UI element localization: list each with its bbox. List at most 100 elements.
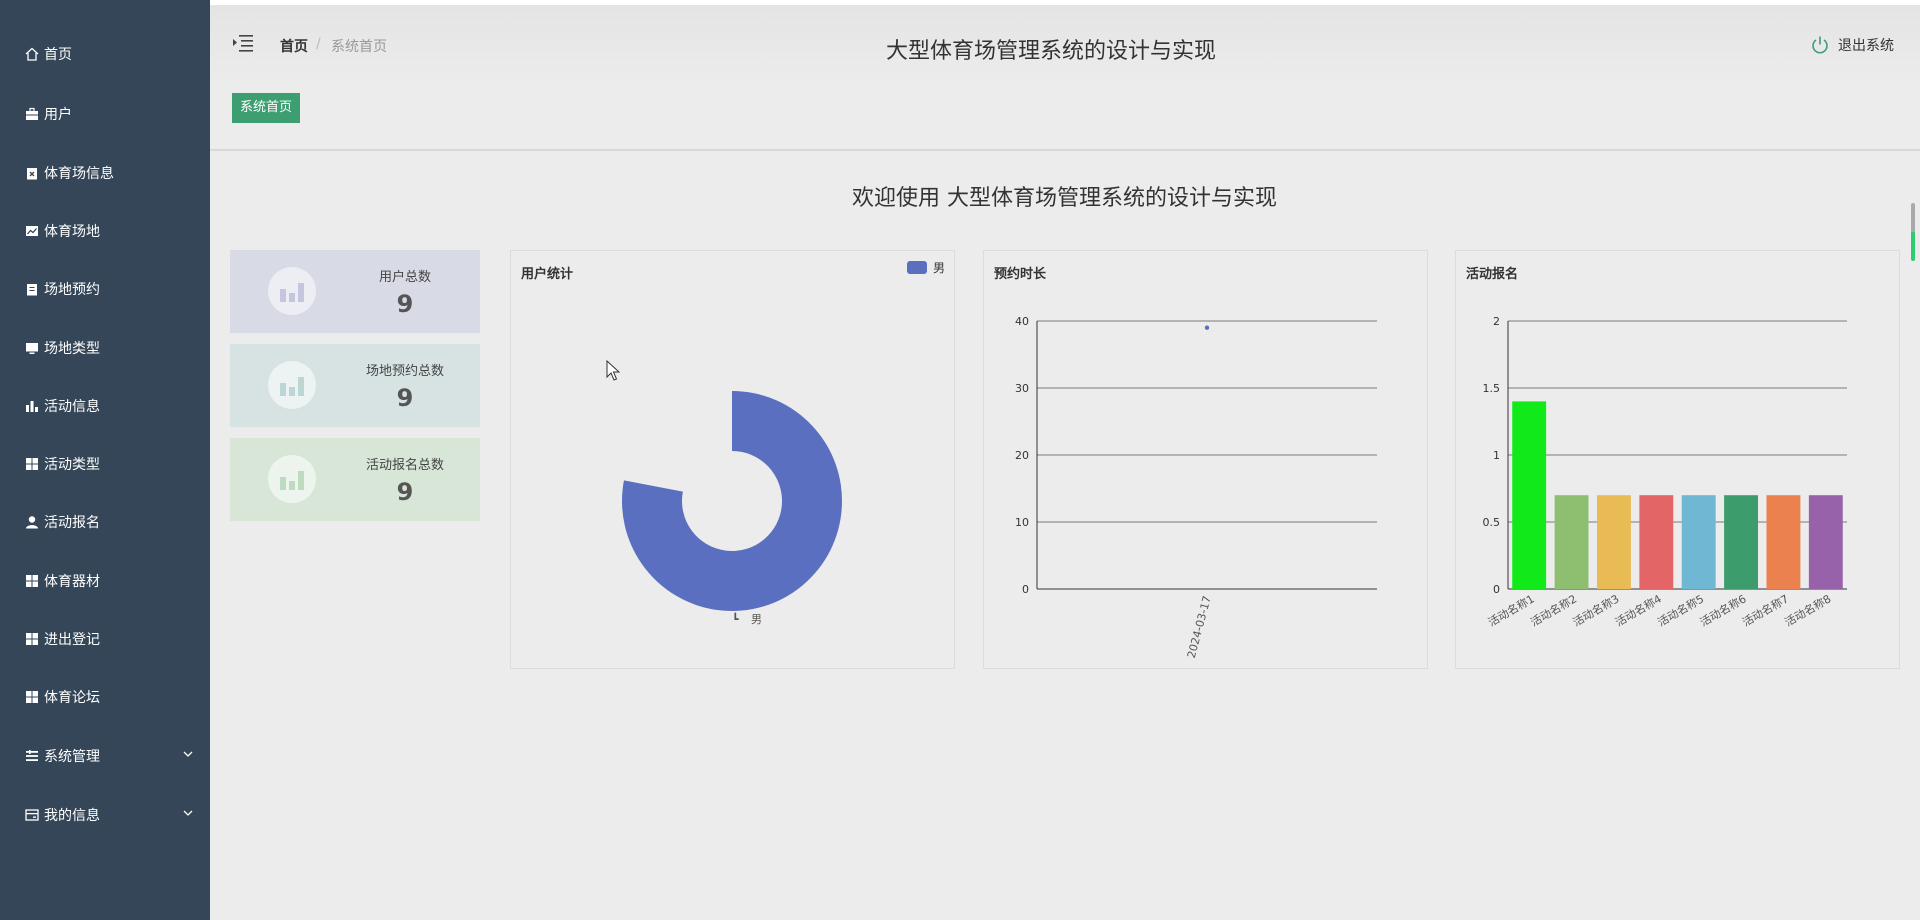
sidebar-item-access-log[interactable]: 进出登记 bbox=[24, 627, 194, 651]
slice-label-mark: ┗ bbox=[732, 612, 739, 626]
sidebar-item-label: 体育场信息 bbox=[44, 166, 114, 182]
sidebar-item-label: 系统管理 bbox=[44, 749, 100, 765]
stat-card-signups: 活动报名总数 9 bbox=[230, 438, 480, 521]
logout-button[interactable]: 退出系统 bbox=[1810, 35, 1894, 55]
slice-label: 男 bbox=[751, 613, 762, 626]
mouse-cursor-icon bbox=[606, 360, 620, 381]
stat-value: 9 bbox=[396, 478, 414, 506]
monitor-icon bbox=[24, 340, 40, 356]
chevron-down-icon bbox=[182, 748, 194, 764]
user-stats-chart: 男 ┗ 男 bbox=[622, 261, 945, 626]
stat-card-reservations: 场地预约总数 9 bbox=[230, 344, 480, 427]
y-tick-label: 0.5 bbox=[1483, 516, 1501, 529]
clipboard-icon bbox=[24, 281, 40, 297]
x-tick-label: 活动名称8 bbox=[1782, 591, 1833, 629]
y-tick-label: 20 bbox=[1015, 449, 1029, 462]
scatter-point bbox=[1204, 325, 1210, 330]
sidebar-item-label: 活动信息 bbox=[44, 399, 100, 415]
sidebar-item-label: 场地类型 bbox=[44, 341, 100, 357]
clipboard-x-icon bbox=[24, 165, 40, 181]
bar-chart-icon bbox=[268, 361, 316, 409]
sidebar-item-forum[interactable]: 体育论坛 bbox=[24, 685, 194, 709]
sidebar-item-label: 活动类型 bbox=[44, 457, 100, 473]
sidebar-item-label: 首页 bbox=[44, 47, 72, 63]
grid-icon bbox=[24, 631, 40, 647]
x-tick-label: 活动名称1 bbox=[1486, 591, 1537, 629]
sidebar-item-venue-type[interactable]: 场地类型 bbox=[24, 336, 194, 360]
sidebar: 首页 用户 体育场信息 体育场地 场地预约 场地类型 活动信息 活动类型 活动报… bbox=[0, 0, 210, 920]
bar bbox=[1724, 495, 1759, 589]
legend-label: 男 bbox=[933, 261, 945, 275]
activity-signup-chart: 00.511.52活动名称1活动名称2活动名称3活动名称4活动名称5活动名称6活… bbox=[1483, 315, 1847, 629]
chevron-down-icon bbox=[182, 807, 194, 823]
stat-card-users: 用户总数 9 bbox=[230, 250, 480, 333]
x-tick-label: 活动名称3 bbox=[1570, 591, 1621, 629]
menu-toggle-icon[interactable] bbox=[232, 33, 254, 53]
reservation-duration-chart: 0 10 20 30 40 2024-03-17 bbox=[1015, 315, 1377, 660]
welcome-heading: 欢迎使用 大型体育场管理系统的设计与实现 bbox=[852, 186, 1277, 211]
sidebar-item-label: 场地预约 bbox=[44, 282, 100, 298]
breadcrumb-separator: / bbox=[316, 36, 321, 52]
activity-signup-panel: 活动报名 0 0.5 1 1.5 2 活动名称1 活动名称2 活动名称3 活动名称4 活动名称5 活… bbox=[1455, 250, 1900, 669]
user-icon bbox=[24, 514, 40, 530]
sidebar-item-label: 用户 bbox=[44, 107, 72, 123]
y-tick-label: 10 bbox=[1015, 516, 1029, 529]
bar bbox=[1808, 495, 1843, 589]
y-tick-label: 40 bbox=[1015, 315, 1029, 328]
pie-slice bbox=[622, 391, 842, 611]
bar-chart-icon bbox=[268, 267, 316, 315]
briefcase-icon bbox=[24, 106, 40, 122]
bar bbox=[1512, 401, 1547, 589]
sidebar-item-reservation[interactable]: 场地预约 bbox=[24, 277, 194, 301]
y-tick-label: 2 bbox=[1493, 315, 1500, 328]
breadcrumb-home[interactable]: 首页 bbox=[280, 36, 308, 56]
y-tick-label: 1.5 bbox=[1483, 382, 1501, 395]
sidebar-item-system-admin[interactable]: 系统管理 bbox=[24, 744, 194, 768]
bar bbox=[1639, 495, 1674, 589]
sidebar-item-label: 进出登记 bbox=[44, 632, 100, 648]
x-tick-label: 活动名称5 bbox=[1655, 591, 1706, 629]
x-tick-label: 活动名称4 bbox=[1613, 591, 1664, 629]
sidebar-item-users[interactable]: 用户 bbox=[24, 102, 194, 126]
bar bbox=[1681, 495, 1716, 589]
breadcrumb-current: 系统首页 bbox=[331, 39, 387, 55]
tab-system-home[interactable]: 系统首页 bbox=[232, 93, 301, 123]
sidebar-item-activity-type[interactable]: 活动类型 bbox=[24, 452, 194, 476]
y-tick-label: 30 bbox=[1015, 382, 1029, 395]
sidebar-item-activity-signup[interactable]: 活动报名 bbox=[24, 510, 194, 534]
grid-icon bbox=[24, 689, 40, 705]
line-chart-icon bbox=[24, 223, 40, 239]
stat-value: 9 bbox=[396, 290, 414, 318]
sidebar-item-my-info[interactable]: 我的信息 bbox=[24, 803, 194, 827]
sidebar-item-activity-info[interactable]: 活动信息 bbox=[24, 394, 194, 418]
logout-label: 退出系统 bbox=[1838, 38, 1894, 54]
sidebar-item-label: 体育场地 bbox=[44, 224, 100, 240]
top-header: 首页 / 系统首页 大型体育场管理系统的设计与实现 退出系统 bbox=[210, 0, 1920, 86]
legend-swatch bbox=[907, 261, 927, 274]
y-tick-label: 0 bbox=[1022, 583, 1029, 596]
bar bbox=[1766, 495, 1801, 589]
sidebar-item-label: 体育器材 bbox=[44, 574, 100, 590]
grid-icon bbox=[24, 456, 40, 472]
scrollbar-thumb[interactable] bbox=[1911, 203, 1915, 261]
reservation-duration-panel: 预约时长 0 10 20 30 40 2024-03-17 bbox=[983, 250, 1428, 669]
sidebar-item-label: 体育论坛 bbox=[44, 690, 100, 706]
sidebar-item-venue[interactable]: 体育场地 bbox=[24, 219, 194, 243]
y-tick-label: 0 bbox=[1493, 583, 1500, 596]
sidebar-item-label: 活动报名 bbox=[44, 515, 100, 531]
sidebar-item-label: 我的信息 bbox=[44, 808, 100, 824]
x-tick-label: 活动名称2 bbox=[1528, 591, 1579, 629]
stat-label: 活动报名总数 bbox=[365, 458, 444, 473]
bar-chart-icon bbox=[268, 455, 316, 503]
sidebar-item-stadium-info[interactable]: 体育场信息 bbox=[24, 161, 194, 185]
tag-bar: 系统首页 bbox=[210, 86, 1920, 151]
bar bbox=[1554, 495, 1589, 589]
card-icon bbox=[24, 807, 40, 823]
stat-label: 场地预约总数 bbox=[365, 364, 444, 379]
page-title: 大型体育场管理系统的设计与实现 bbox=[886, 39, 1217, 64]
grid-icon bbox=[24, 573, 40, 589]
sidebar-item-equipment[interactable]: 体育器材 bbox=[24, 569, 194, 593]
sidebar-item-home[interactable]: 首页 bbox=[24, 42, 194, 66]
x-tick-label: 2024-03-17 bbox=[1185, 594, 1214, 659]
list-icon bbox=[24, 748, 40, 764]
